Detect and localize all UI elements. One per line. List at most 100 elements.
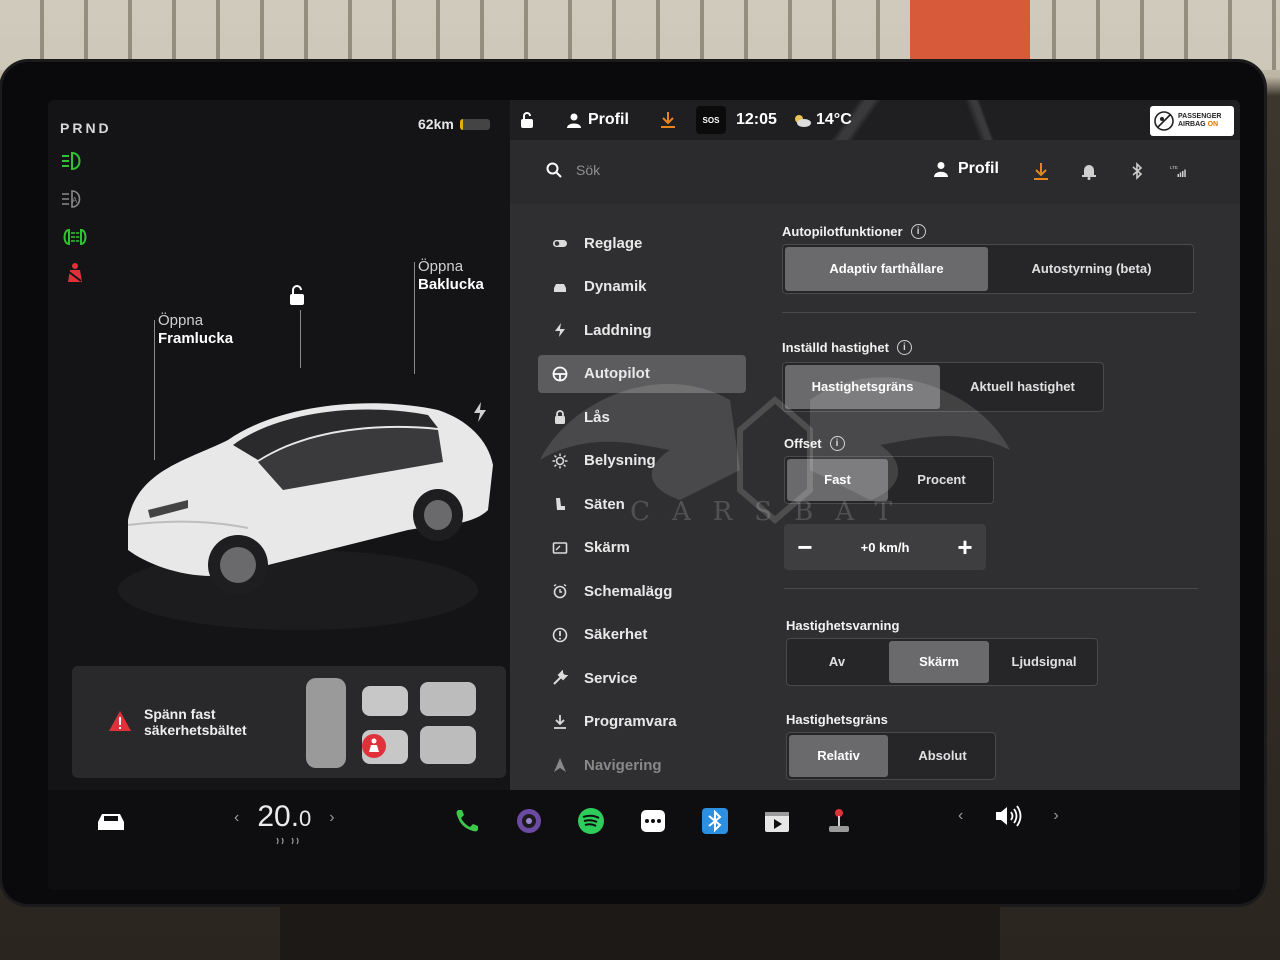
temp-up-button[interactable]: › [329, 809, 334, 827]
nav-item-navigering[interactable]: Navigering [538, 746, 748, 784]
nav-label: Navigering [584, 756, 662, 774]
open-trunk-button[interactable]: Öppna Baklucka [418, 258, 484, 294]
nav-item-las[interactable]: Lås [538, 398, 748, 436]
increase-offset-button[interactable]: + [954, 532, 976, 563]
profile-button[interactable]: Profil [934, 160, 999, 178]
nav-item-schemalagg[interactable]: Schemalägg [538, 572, 748, 610]
bolt-icon [555, 323, 565, 337]
warning-display-option[interactable]: Skärm [889, 641, 989, 683]
section-label: Hastighetsvarning [786, 618, 900, 633]
bluetooth-icon[interactable] [1128, 162, 1146, 180]
trunk-name: Baklucka [418, 276, 484, 293]
section-label: Hastighetsgräns [786, 712, 888, 727]
volume-up-button[interactable]: › [1053, 807, 1058, 825]
offset-title: Offset i [784, 436, 845, 451]
nav-item-laddning[interactable]: Laddning [538, 311, 748, 349]
airbag-label-1: PASSENGER [1178, 113, 1222, 120]
trunk-action: Öppna [418, 258, 464, 275]
nav-item-service[interactable]: Service [538, 659, 748, 697]
auto-high-beam-icon: A [62, 190, 81, 208]
nav-item-skarm[interactable]: Skärm [538, 529, 748, 567]
seatbelt-warning-icon [68, 263, 82, 282]
set-speed-title: Inställd hastighet i [782, 340, 912, 355]
outside-temperature: 14°C [792, 100, 852, 140]
phone-icon[interactable] [452, 806, 482, 836]
display-icon [552, 541, 568, 554]
car-icon [554, 283, 566, 292]
wrench-icon [553, 670, 568, 685]
relative-option[interactable]: Relativ [789, 735, 889, 777]
temp-down-button[interactable]: ‹ [234, 809, 239, 827]
fog-lights-icon [63, 228, 87, 246]
info-icon[interactable]: i [896, 340, 912, 355]
warning-chime-option[interactable]: Ljudsignal [991, 639, 1097, 685]
cabin-temperature[interactable]: 20.0 [257, 802, 311, 834]
volume-down-button[interactable]: ‹ [958, 807, 963, 825]
nav-item-autopilot[interactable]: Autopilot [538, 354, 746, 393]
touchscreen: PRND 62km A Öppna Framlucka Öppna Bakluc… [48, 100, 1240, 890]
passenger-airbag-indicator: PASSENGER AIRBAG ON [1150, 106, 1234, 136]
speed-warning-selector: Av Skärm Ljudsignal [786, 638, 1098, 686]
open-frunk-button[interactable]: Öppna Framlucka [158, 312, 233, 348]
sos-button[interactable]: SOS [696, 106, 726, 134]
warning-triangle-icon [109, 711, 131, 731]
search-field[interactable]: Sök [546, 162, 600, 178]
seat-icon [556, 498, 565, 510]
speed-warning-title: Hastighetsvarning [786, 618, 899, 633]
nav-item-dynamik[interactable]: Dynamik [538, 268, 748, 306]
unlock-icon[interactable] [286, 284, 308, 306]
unlocked-icon [521, 112, 533, 128]
warning-off-option[interactable]: Av [787, 639, 887, 685]
offset-stepper: − +0 km/h + [784, 524, 986, 570]
info-icon[interactable]: i [910, 224, 926, 239]
speaker-icon[interactable] [993, 804, 1023, 828]
nav-item-programvara[interactable]: Programvara [538, 703, 748, 741]
lock-status[interactable] [518, 100, 536, 140]
theater-icon[interactable] [762, 806, 792, 836]
status-bar: Profil SOS 12:05 14°C PASSENGER AIRBAG O… [510, 100, 1240, 140]
bell-icon[interactable] [1080, 162, 1098, 180]
nav-item-saten[interactable]: Säten [538, 485, 748, 523]
set-speed-selector: Hastighetsgräns Aktuell hastighet [782, 362, 1104, 412]
spotify-icon[interactable] [576, 806, 606, 836]
nav-label: Autopilot [584, 365, 650, 382]
status-profile-label: Profil [588, 111, 629, 128]
bluetooth-app-icon[interactable] [700, 806, 730, 836]
nav-item-reglage[interactable]: Reglage [538, 224, 748, 262]
alert-circle-icon [552, 627, 568, 642]
partly-cloudy-icon [795, 115, 811, 127]
car-status-panel: PRND 62km A Öppna Framlucka Öppna Bakluc… [48, 100, 510, 790]
car-menu-icon[interactable] [94, 810, 128, 834]
seat-heater-icon[interactable] [274, 836, 304, 846]
temp-decimal: 0 [299, 806, 312, 831]
info-icon[interactable]: i [829, 436, 845, 451]
decrease-offset-button[interactable]: − [794, 532, 816, 563]
software-download-icon[interactable] [1032, 162, 1050, 180]
fixed-offset-option[interactable]: Fast [787, 459, 889, 501]
download-icon [661, 112, 675, 128]
more-apps-icon[interactable] [638, 806, 668, 836]
nav-item-sakerhet[interactable]: Säkerhet [538, 616, 748, 654]
current-speed-option[interactable]: Aktuell hastighet [942, 363, 1103, 411]
nav-item-belysning[interactable]: Belysning [538, 442, 748, 480]
sun-icon [552, 453, 568, 468]
divider [784, 588, 1198, 589]
temperature-value: 14°C [816, 111, 852, 128]
headlights-on-icon [62, 151, 81, 171]
nav-label: Säkerhet [584, 626, 648, 643]
volume-control: ‹ › [958, 804, 1059, 828]
person-icon [934, 162, 948, 177]
section-label: Inställd hastighet [782, 340, 889, 355]
nav-label: Schemalägg [584, 582, 673, 600]
absolute-option[interactable]: Absolut [890, 733, 995, 779]
adaptive-cruise-option[interactable]: Adaptiv farthållare [785, 247, 988, 291]
speed-limit-option[interactable]: Hastighetsgräns [785, 365, 941, 409]
camera-icon[interactable] [514, 806, 544, 836]
arcade-icon[interactable] [824, 806, 854, 836]
status-download[interactable] [660, 100, 676, 140]
autosteer-option[interactable]: Autostyrning (beta) [990, 245, 1193, 293]
gear-selector: PRND [60, 120, 112, 136]
percent-offset-option[interactable]: Procent [890, 457, 993, 503]
status-profile[interactable]: Profil [566, 100, 629, 140]
nav-label: Skärm [584, 539, 630, 556]
